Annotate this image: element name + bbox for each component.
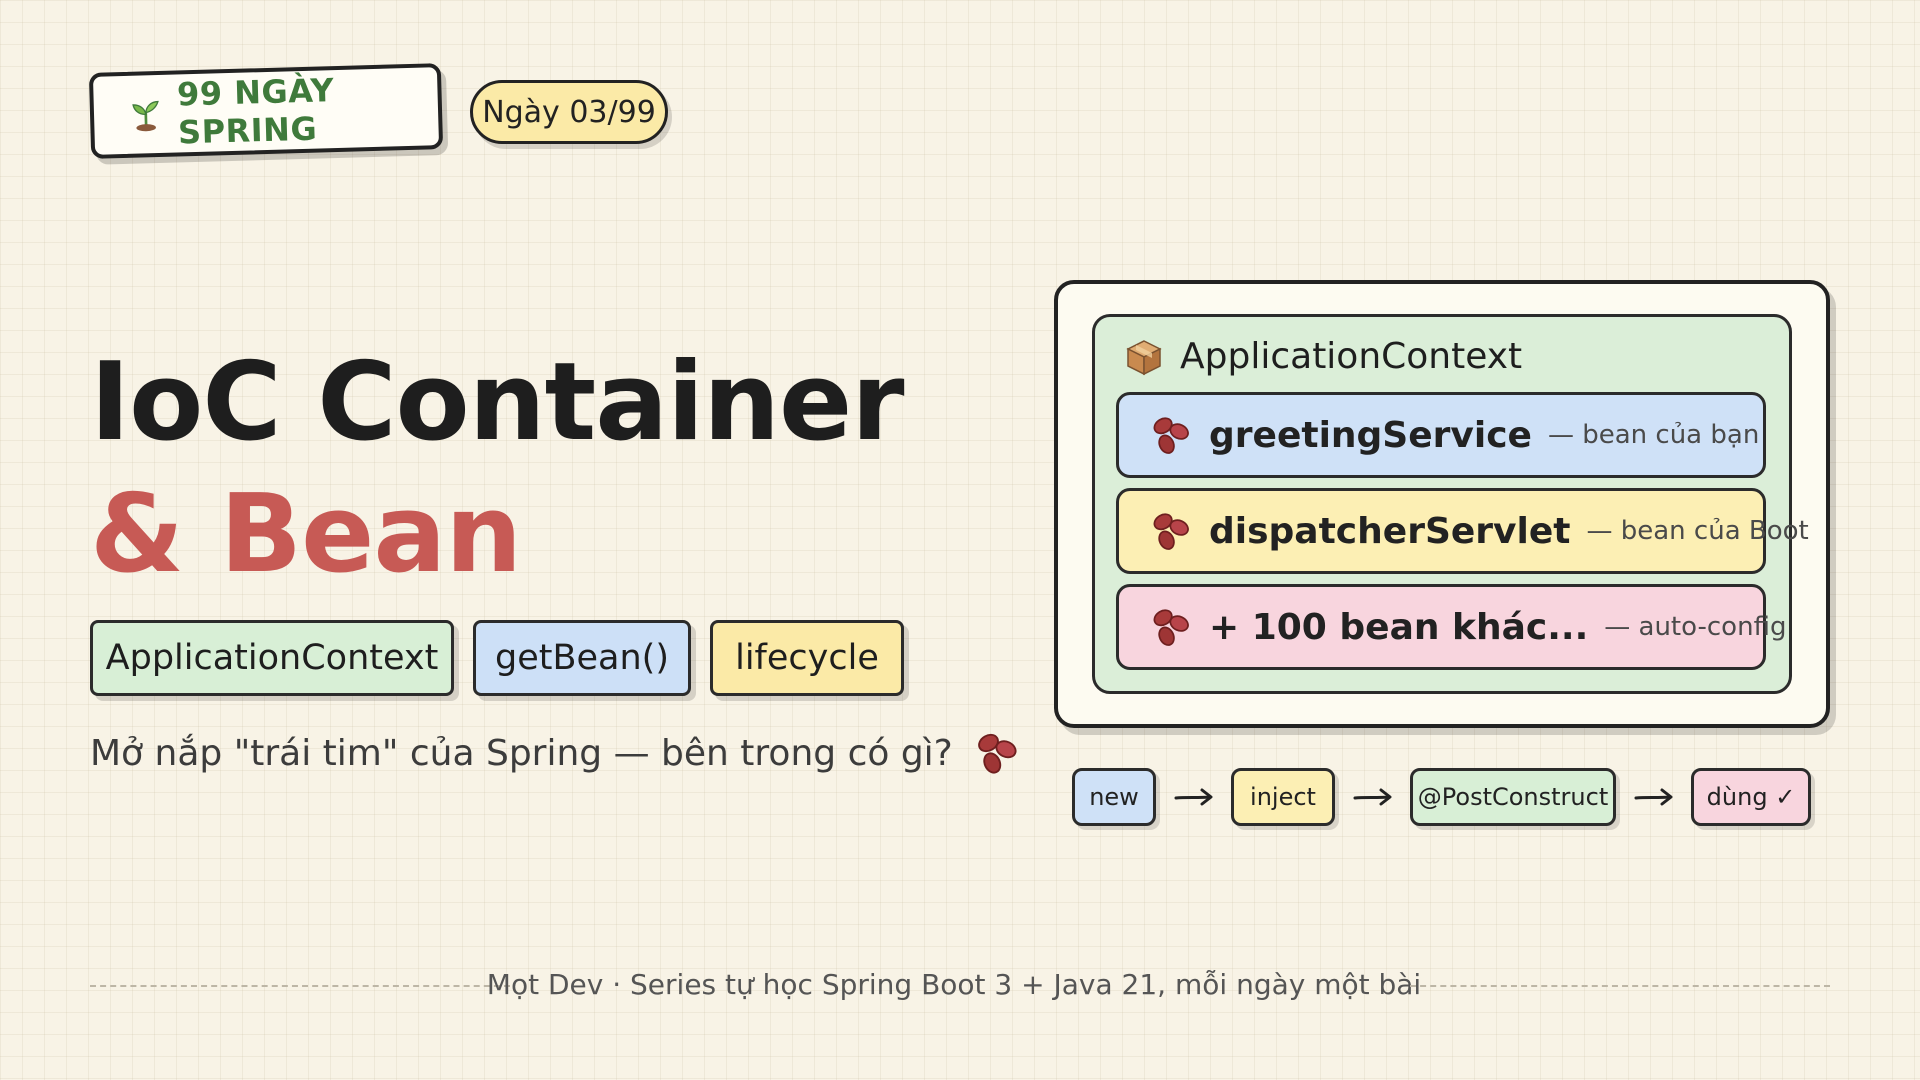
subtitle: Mở nắp "trái tim" của Spring — bên trong… (90, 728, 1021, 778)
sprout-icon (132, 100, 159, 132)
bean-note: — bean của Boot (1586, 516, 1809, 546)
package-icon (1126, 339, 1162, 375)
lifecycle-step-post-construct: @PostConstruct (1410, 768, 1616, 826)
subtitle-text: Mở nắp "trái tim" của Spring — bên trong… (90, 732, 953, 774)
footer-text: Mọt Dev · Series tự học Spring Boot 3 + … (486, 967, 1422, 1001)
bean-row-greeting-service: greetingService — bean của bạn (1116, 392, 1766, 478)
footer-divider-right (1410, 985, 1830, 987)
bean-name: dispatcherServlet (1209, 510, 1571, 552)
bean-note: — bean của bạn (1547, 420, 1760, 450)
bean-icon (1153, 609, 1189, 646)
tag-lifecycle: lifecycle (710, 620, 904, 696)
arrow-right-icon (1634, 788, 1673, 806)
tag-get-bean: getBean() (473, 620, 691, 696)
bean-row-more-beans: + 100 bean khác... — auto-config (1116, 584, 1786, 670)
footer: Mọt Dev · Series tự học Spring Boot 3 + … (487, 966, 1421, 1002)
day-pill: Ngày 03/99 (470, 80, 668, 144)
arrow-right-icon (1174, 788, 1213, 806)
series-label: 99 NGÀY SPRING (176, 71, 335, 152)
bean-name: + 100 bean khác... (1209, 606, 1589, 648)
page-title-accent: & Bean (90, 472, 522, 597)
context-title: ApplicationContext (1124, 336, 1522, 377)
bean-row-dispatcher-servlet: dispatcherServlet — bean của Boot (1116, 488, 1809, 574)
bean-icon (977, 733, 1017, 774)
context-title-label: ApplicationContext (1180, 336, 1523, 377)
lifecycle-step-use: dùng ✓ (1691, 768, 1811, 826)
page-title: IoC Container (90, 340, 905, 465)
bean-icon (1153, 417, 1189, 454)
bean-note: — auto-config (1604, 612, 1787, 642)
tag-application-context: ApplicationContext (90, 620, 454, 696)
arrow-right-icon (1353, 788, 1392, 806)
lifecycle-step-new: new (1072, 768, 1156, 826)
bean-name: greetingService (1209, 414, 1532, 456)
series-badge: 99 NGÀY SPRING (88, 63, 444, 159)
footer-divider-left (90, 985, 510, 987)
bean-icon (1153, 513, 1189, 550)
lifecycle-step-inject: inject (1231, 768, 1335, 826)
